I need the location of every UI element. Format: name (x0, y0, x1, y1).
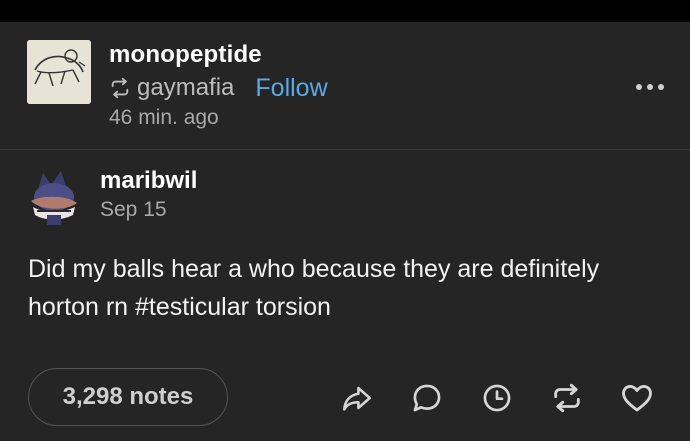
post-header (0, 22, 690, 149)
reply-icon (413, 384, 441, 412)
share-icon (342, 386, 372, 411)
reblogged-from-link[interactable]: gaymafia (137, 74, 234, 102)
more-dots-icon (658, 84, 664, 90)
more-dots-icon (647, 84, 653, 90)
original-poster-avatar[interactable] (27, 167, 81, 227)
doodle-avatar-image (27, 40, 91, 104)
reblog-icon (554, 383, 580, 413)
more-options-button[interactable] (630, 76, 670, 98)
header-divider (0, 149, 690, 150)
original-poster-username[interactable]: maribwil (100, 167, 197, 195)
schedule-button[interactable] (477, 378, 517, 418)
like-button[interactable] (617, 378, 657, 418)
avatar[interactable] (27, 40, 91, 104)
reply-button[interactable] (407, 378, 447, 418)
more-dots-icon (636, 84, 642, 90)
schedule-icon (483, 384, 511, 412)
share-button[interactable] (337, 378, 377, 418)
action-bar (0, 378, 690, 418)
character-avatar-image (27, 167, 81, 227)
original-post-date: Sep 15 (100, 198, 167, 221)
reblog-icon (111, 77, 129, 99)
post-body-text: Did my balls hear a who because they are… (28, 255, 600, 321)
follow-button[interactable]: Follow (255, 74, 327, 103)
reblog-line: gaymafia Follow (109, 73, 328, 103)
post-timestamp: 46 min. ago (109, 106, 219, 129)
blog-username[interactable]: monopeptide (109, 41, 262, 69)
like-icon (622, 385, 652, 412)
post-card: monopeptide gaymafia Follow 46 min. ago … (0, 0, 690, 441)
top-bar (0, 0, 690, 22)
reblog-button[interactable] (547, 378, 587, 418)
